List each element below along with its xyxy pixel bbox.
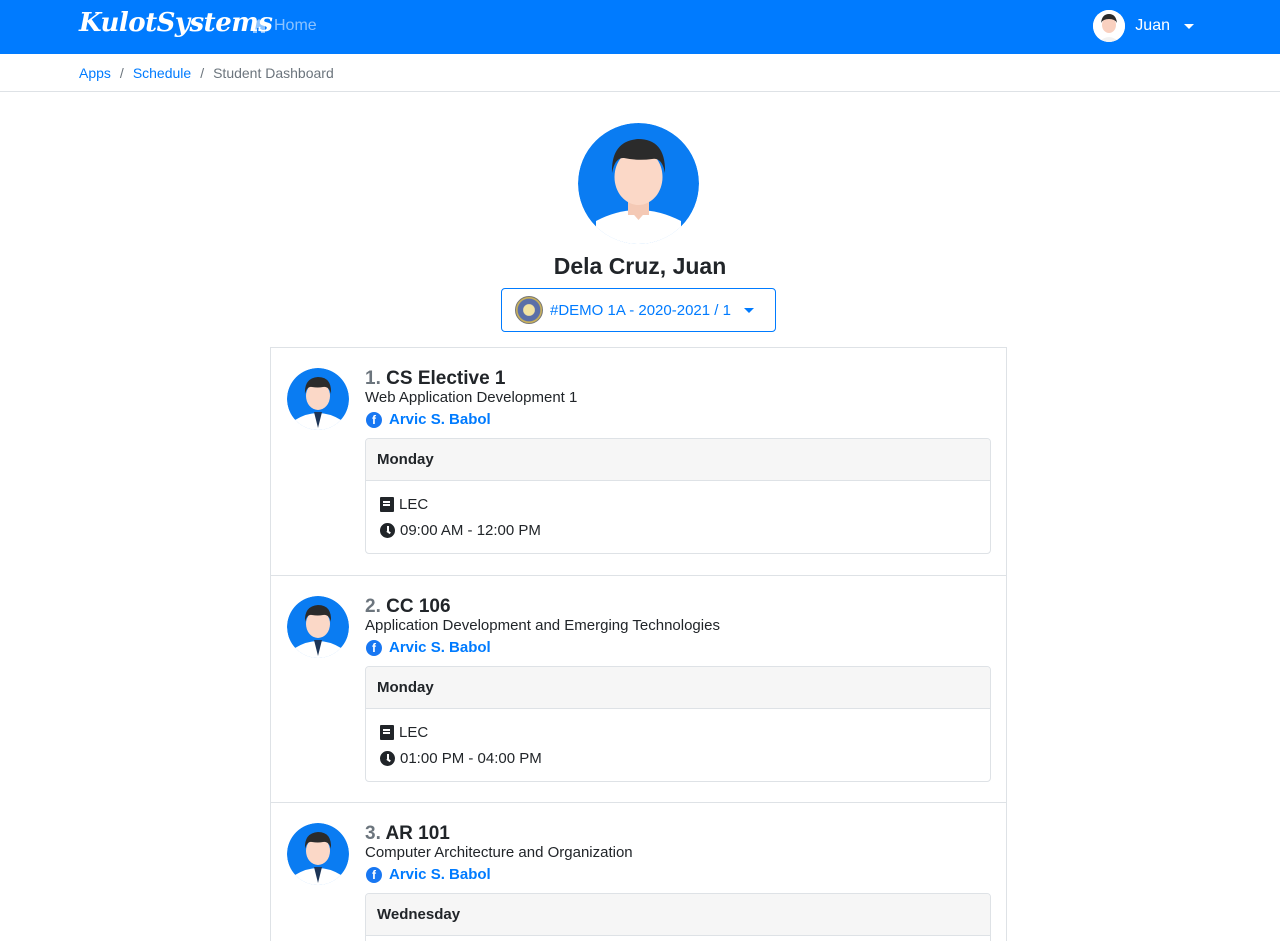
term-selector-dropdown[interactable]: #DEMO 1A - 2020-2021 / 1 <box>501 288 776 332</box>
day-header: Wednesday <box>366 894 990 936</box>
facebook-icon: f <box>366 639 382 656</box>
subject-code: CC 106 <box>386 596 451 617</box>
user-avatar <box>1093 10 1126 42</box>
teacher-name: Arvic S. Babol <box>389 639 491 656</box>
home-icon <box>251 19 267 33</box>
user-menu-toggle[interactable]: Juan <box>1093 10 1194 42</box>
subject-code: CS Elective 1 <box>386 368 506 389</box>
chevron-down-icon <box>1184 23 1194 29</box>
class-time: 09:00 AM - 12:00 PM <box>400 521 541 539</box>
subject-title: 1. CS Elective 1 <box>365 368 505 390</box>
teacher-name: Arvic S. Babol <box>389 866 491 883</box>
subject-number: 1. <box>365 368 381 389</box>
teacher-avatar <box>287 823 349 885</box>
book-icon <box>380 724 394 740</box>
teacher-avatar <box>287 368 349 430</box>
schedule-card: 3. AR 101 Computer Architecture and Orga… <box>270 802 1007 941</box>
day-header: Monday <box>366 439 990 481</box>
class-type: LEC <box>399 495 429 513</box>
term-selector-label: #DEMO 1A - 2020-2021 / 1 <box>550 301 731 319</box>
teacher-name: Arvic S. Babol <box>389 411 491 428</box>
facebook-icon: f <box>366 866 382 883</box>
nav-home-link[interactable]: Home <box>250 17 317 35</box>
teacher-facebook-link[interactable]: f Arvic S. Babol <box>366 411 491 428</box>
breadcrumb-current: Student Dashboard <box>213 64 334 81</box>
teacher-facebook-link[interactable]: f Arvic S. Babol <box>366 639 491 656</box>
subject-title: 2. CC 106 <box>365 596 451 618</box>
student-name: Dela Cruz, Juan <box>553 253 727 279</box>
breadcrumb-schedule[interactable]: Schedule <box>133 65 191 81</box>
subject-number: 2. <box>365 596 381 617</box>
breadcrumb-apps[interactable]: Apps <box>79 65 111 81</box>
subject-description: Web Application Development 1 <box>365 389 578 406</box>
book-icon <box>380 496 394 512</box>
day-schedule-box: Wednesday <box>365 893 991 941</box>
subject-description: Application Development and Emerging Tec… <box>365 617 720 634</box>
breadcrumb: Apps / Schedule / Student Dashboard <box>0 54 1280 92</box>
subject-description: Computer Architecture and Organization <box>365 844 633 861</box>
teacher-avatar <box>287 596 349 658</box>
class-type: LEC <box>399 723 429 741</box>
chevron-down-icon <box>743 307 754 313</box>
profile-avatar <box>578 123 699 244</box>
class-time: 01:00 PM - 04:00 PM <box>400 749 542 767</box>
breadcrumb-separator: / <box>200 64 205 81</box>
schedule-card: 1. CS Elective 1 Web Application Develop… <box>270 347 1007 576</box>
day-header: Monday <box>366 667 990 709</box>
nav-home-label: Home <box>274 17 317 34</box>
school-seal-icon <box>515 296 543 324</box>
clock-icon <box>380 750 395 766</box>
schedule-card: 2. CC 106 Application Development and Em… <box>270 575 1007 804</box>
subject-code: AR 101 <box>385 823 450 844</box>
subject-title: 3. AR 101 <box>365 823 450 845</box>
day-schedule-box: Monday LEC 09:00 AM - 12:00 PM <box>365 438 991 554</box>
teacher-facebook-link[interactable]: f Arvic S. Babol <box>366 866 491 883</box>
user-name: Juan <box>1135 17 1170 34</box>
top-navbar: KulotSystems Home Juan <box>0 0 1280 54</box>
clock-icon <box>380 522 395 538</box>
facebook-icon: f <box>366 411 382 428</box>
breadcrumb-separator: / <box>119 64 124 81</box>
brand-logo[interactable]: KulotSystems <box>79 8 273 38</box>
day-schedule-box: Monday LEC 01:00 PM - 04:00 PM <box>365 666 991 782</box>
subject-number: 3. <box>365 823 381 844</box>
